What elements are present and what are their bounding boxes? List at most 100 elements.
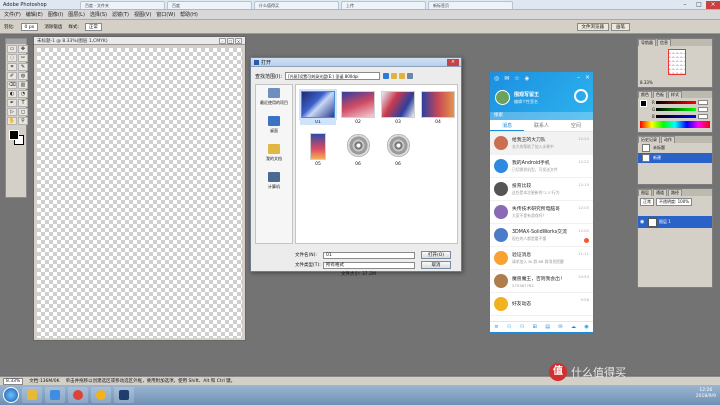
start-button[interactable] — [3, 387, 19, 403]
file-thumbnail[interactable]: 06 — [340, 133, 376, 167]
move-tool-icon[interactable]: ✥ — [18, 45, 28, 53]
file-icon[interactable]: ▤ — [545, 324, 550, 330]
history-step[interactable]: 新建 — [638, 153, 712, 163]
type-tool-icon[interactable]: T — [18, 99, 28, 107]
shape-tool-icon[interactable]: ◻ — [18, 108, 28, 116]
channel-value-input[interactable] — [698, 99, 708, 105]
history-snapshot[interactable]: 未标题 — [638, 143, 712, 153]
menu-item[interactable]: 图层(L) — [68, 11, 85, 18]
panel-tab[interactable]: 颜色 — [638, 91, 652, 98]
path-select-tool-icon[interactable]: ▷ — [7, 108, 17, 116]
transparent-canvas[interactable] — [37, 48, 242, 338]
dialog-titlebar[interactable]: 打开 × — [251, 58, 461, 67]
marquee-tool-icon[interactable]: ▭ — [7, 45, 17, 53]
opacity-field[interactable]: 不透明度: 100% — [656, 198, 693, 206]
menu-item[interactable]: 视图(V) — [134, 11, 151, 18]
minimize-icon[interactable]: – — [678, 1, 692, 9]
close-icon[interactable]: × — [706, 0, 720, 9]
back-icon[interactable] — [383, 73, 390, 79]
file-browser-tab[interactable]: 文件浏览器 — [576, 22, 609, 31]
taskbar-qq[interactable] — [91, 387, 111, 403]
panel-tab[interactable]: 图层 — [638, 189, 652, 196]
file-thumbnail[interactable]: 05 — [300, 133, 336, 167]
menu-item[interactable]: 选择(S) — [90, 11, 107, 18]
weather-sun-icon[interactable] — [574, 89, 588, 103]
place-item[interactable]: 计算机 — [256, 169, 292, 197]
mail-icon[interactable]: ✉ — [558, 324, 562, 330]
layer-name[interactable]: 图层 1 — [659, 219, 671, 225]
status-doc-size[interactable]: 文档:136M/0K — [29, 378, 59, 384]
conversation-item[interactable]: 验证消息 请求加入 BI 群 BB 群消息提醒 11:11 — [490, 247, 593, 270]
dialog-close-icon[interactable]: × — [447, 58, 459, 66]
file-thumbnail[interactable]: 01 — [300, 91, 336, 125]
file-thumbnail[interactable]: 03 — [380, 91, 416, 125]
place-item[interactable]: 我的文档 — [256, 141, 292, 169]
app-manager-icon[interactable]: ⊞ — [533, 324, 537, 330]
channel-slider[interactable] — [656, 114, 696, 118]
conversation-item[interactable]: 3DMAX-SolidWorks交流 现在的人都是看不懂 12:02 — [490, 224, 593, 247]
browser-tab[interactable]: 上传 — [341, 0, 426, 9]
open-button[interactable]: 打开(O) — [421, 251, 451, 259]
browser-tab[interactable]: 百度 — [167, 0, 252, 9]
eye-icon[interactable]: ◉ — [640, 219, 646, 225]
main-menu-icon[interactable]: ≡ — [494, 324, 498, 330]
filetype-select[interactable]: 所有格式 — [323, 261, 415, 269]
menu-item[interactable]: 窗口(W) — [156, 11, 175, 18]
filename-input[interactable]: 01 — [323, 251, 415, 259]
qq-signature[interactable]: 编辑个性签名 — [514, 99, 538, 105]
maximize-icon[interactable]: □ — [692, 1, 706, 9]
zoom-tool-icon[interactable]: ⚲ — [18, 117, 28, 125]
doc-close-icon[interactable]: × — [235, 37, 242, 44]
foreground-color-swatch[interactable] — [9, 130, 19, 140]
new-folder-icon[interactable] — [399, 73, 406, 79]
lasso-tool-icon[interactable]: ◌ — [7, 54, 17, 62]
blend-mode-select[interactable]: 正常 — [640, 198, 654, 206]
layer-row[interactable]: ◉ 图层 1 — [638, 216, 712, 228]
style-select[interactable]: 正常 — [84, 22, 102, 31]
dodge-tool-icon[interactable]: ◐ — [7, 90, 17, 98]
channel-slider[interactable] — [656, 100, 696, 104]
qq-minimize-icon[interactable]: – — [577, 74, 580, 81]
eraser-tool-icon[interactable]: ⌫ — [7, 81, 17, 89]
qq-mail-icon[interactable]: ✉ — [504, 75, 509, 82]
qq-logo-icon[interactable]: ◎ — [494, 75, 499, 82]
add-friend-icon[interactable]: ⚇ — [507, 324, 511, 330]
doc-maximize-icon[interactable]: □ — [227, 37, 234, 44]
heal-tool-icon[interactable]: ✎ — [18, 63, 28, 71]
channel-value-input[interactable] — [698, 106, 708, 112]
feather-input[interactable]: 0 px — [20, 22, 39, 31]
conversation-item[interactable]: 魔兽魔王，否则我会出！ 275367762 10:54 — [490, 270, 593, 293]
browser-tab[interactable]: 百度 - 文件夹 — [80, 0, 165, 9]
qq-avatar[interactable] — [495, 90, 510, 105]
file-thumbnail[interactable]: 06 — [380, 133, 416, 167]
qq-wallet-icon[interactable]: ◈ — [525, 75, 530, 82]
conversation-item[interactable]: 我的Android手机 已切换到机型，可发送文件 12:22 — [490, 155, 593, 178]
panel-tab[interactable]: 动作 — [661, 136, 675, 143]
file-thumbnail[interactable]: 04 — [420, 91, 456, 125]
hand-tool-icon[interactable]: ✋ — [7, 117, 17, 125]
menu-item[interactable]: 滤镜(T) — [112, 11, 129, 18]
color-swatches[interactable] — [8, 129, 24, 147]
qq-tab[interactable]: 联系人 — [524, 120, 558, 131]
qq-search-input[interactable]: 搜索 — [490, 112, 593, 120]
blur-tool-icon[interactable]: ◔ — [18, 90, 28, 98]
up-folder-icon[interactable] — [391, 73, 398, 79]
channel-value-input[interactable] — [698, 113, 708, 119]
crop-tool-icon[interactable]: ✂ — [18, 54, 28, 62]
taskbar-photoshop[interactable] — [114, 387, 134, 403]
conversation-item[interactable]: 给我王的大刀队 长大的帮助了加入水果中 12:24 — [490, 132, 593, 155]
navigator-zoom[interactable]: 8.33% — [640, 80, 710, 85]
browser-tab[interactable]: 新标签页 — [428, 0, 513, 9]
look-in-select[interactable]: [光驱]设置可刻录光盘(E:) 圣诞 800dpi — [285, 72, 381, 80]
clock[interactable]: 12:26 2018/9/9 — [696, 388, 716, 400]
file-thumbnail[interactable]: 02 — [340, 91, 376, 125]
panel-tab[interactable]: 通道 — [653, 189, 667, 196]
panel-tab[interactable]: 历史记录 — [638, 136, 660, 143]
view-menu-icon[interactable] — [407, 73, 414, 79]
weiyun-icon[interactable]: ☁ — [571, 324, 576, 330]
brushes-tab[interactable]: 画笔 — [611, 22, 630, 31]
slice-tool-icon[interactable]: ⌗ — [7, 63, 17, 71]
group-icon[interactable]: ⚇ — [520, 324, 524, 330]
panel-tab[interactable]: 色板 — [653, 91, 667, 98]
doc-minimize-icon[interactable]: – — [219, 37, 226, 44]
